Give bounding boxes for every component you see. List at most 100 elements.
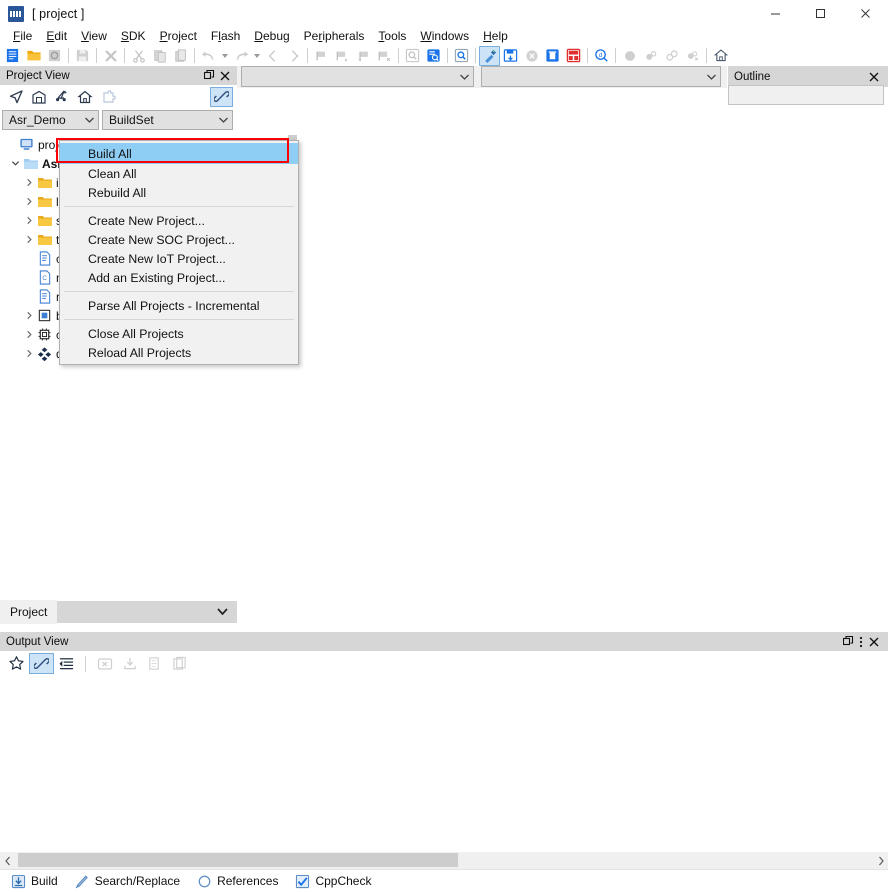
menu-view[interactable]: View <box>74 28 114 44</box>
toolbar-separator <box>194 48 195 63</box>
clean-icon[interactable] <box>542 46 563 66</box>
float-restore-icon[interactable] <box>840 634 856 650</box>
menu-bar: File Edit View SDK Project Flash Debug P… <box>0 27 888 45</box>
outline-body <box>728 85 886 107</box>
menu-item-create-new-soc-project[interactable]: Create New SOC Project... <box>60 230 298 249</box>
project-context-menu: Build All Clean All Rebuild All Create N… <box>59 140 299 365</box>
menu-peripherals[interactable]: Peripherals <box>297 28 372 44</box>
chevron-down-icon <box>703 73 720 81</box>
link-editor-icon[interactable] <box>210 86 233 107</box>
undo-dropdown-icon[interactable] <box>219 46 230 66</box>
menu-item-build-all[interactable]: Build All <box>60 143 298 164</box>
menu-sdk[interactable]: SDK <box>114 28 153 44</box>
home-icon[interactable] <box>710 46 731 66</box>
output-view-title: Output View <box>6 635 69 648</box>
toolbar-separator <box>447 48 448 63</box>
maximize-button[interactable] <box>798 0 843 27</box>
project-bottom-combo[interactable] <box>57 601 237 623</box>
menu-item-create-new-iot-project[interactable]: Create New IoT Project... <box>60 249 298 268</box>
menu-windows[interactable]: Windows <box>413 28 476 44</box>
close-icon[interactable] <box>217 68 233 84</box>
find-in-files-icon[interactable] <box>423 46 444 66</box>
favorite-star-icon[interactable] <box>4 653 29 674</box>
tree-expander-collapsed[interactable] <box>22 178 36 187</box>
tab-references[interactable]: References <box>192 870 290 892</box>
window-title: [ project ] <box>32 6 85 21</box>
undo-icon <box>198 46 219 66</box>
bookmark-prev-icon <box>353 46 374 66</box>
tab-build[interactable]: Build <box>6 870 70 892</box>
project-view-toolbar <box>0 85 237 108</box>
config-combo[interactable] <box>481 66 721 87</box>
new-file-icon[interactable] <box>2 46 23 66</box>
link-icon[interactable] <box>29 653 54 674</box>
menu-item-close-all-projects[interactable]: Close All Projects <box>60 324 298 343</box>
menu-project[interactable]: Project <box>153 28 204 44</box>
repository-icon[interactable] <box>27 87 50 107</box>
build-icon[interactable] <box>479 45 500 66</box>
tab-project[interactable]: Project <box>0 600 58 624</box>
tree-expander-collapsed[interactable] <box>22 235 36 244</box>
menu-flash[interactable]: Flash <box>204 28 247 44</box>
save-output-icon <box>117 653 142 674</box>
project-combo[interactable]: Asr_Demo <box>2 109 99 130</box>
tab-cppcheck[interactable]: CppCheck <box>290 870 383 892</box>
bottom-tab-bar: Build Search/Replace References CppCheck <box>0 869 888 892</box>
tab-label: CppCheck <box>315 874 372 888</box>
outline-field[interactable] <box>728 85 884 105</box>
open-folder-icon[interactable] <box>23 46 44 66</box>
tree-expander-collapsed[interactable] <box>22 216 36 225</box>
locate-icon[interactable] <box>4 87 27 107</box>
menu-tools[interactable]: Tools <box>371 28 413 44</box>
close-icon[interactable] <box>866 634 882 650</box>
puzzle-icon <box>96 87 119 107</box>
wrap-lines-icon[interactable] <box>54 653 79 674</box>
debug-query-icon[interactable]: d <box>591 46 612 66</box>
close-button[interactable] <box>843 0 888 27</box>
buildset-combo[interactable]: BuildSet <box>102 109 233 130</box>
tree-expander-collapsed[interactable] <box>22 197 36 206</box>
chevron-right-icon[interactable] <box>873 852 888 869</box>
menu-item-rebuild-all[interactable]: Rebuild All <box>60 183 298 202</box>
menu-help[interactable]: Help <box>476 28 515 44</box>
menu-item-add-existing-project[interactable]: Add an Existing Project... <box>60 268 298 287</box>
circle-icon <box>194 874 214 889</box>
tree-expander-collapsed[interactable] <box>22 330 36 339</box>
menu-item-clean-all[interactable]: Clean All <box>60 164 298 183</box>
menu-edit[interactable]: Edit <box>39 28 74 44</box>
find-replace-icon[interactable] <box>451 46 472 66</box>
expand-tree-icon[interactable] <box>50 87 73 107</box>
flash-download-icon[interactable] <box>500 46 521 66</box>
tab-label: References <box>217 874 279 888</box>
menu-item-parse-all-projects-incremental[interactable]: Parse All Projects - Incremental <box>60 296 298 315</box>
toolbar-separator <box>68 48 69 63</box>
tree-expander-collapsed[interactable] <box>22 311 36 320</box>
cdk-logo-icon <box>8 5 24 22</box>
svg-text:C: C <box>42 275 47 282</box>
workspace-icon <box>18 137 35 152</box>
redo-dropdown-icon[interactable] <box>251 46 262 66</box>
menu-separator <box>64 206 294 207</box>
tab-search-replace[interactable]: Search/Replace <box>70 870 192 892</box>
menu-item-create-new-project[interactable]: Create New Project... <box>60 211 298 230</box>
chevron-left-icon[interactable] <box>0 852 15 869</box>
tree-expander-expanded[interactable] <box>8 159 22 168</box>
home-icon[interactable] <box>73 87 96 107</box>
editor-area <box>238 88 888 624</box>
target-combo[interactable] <box>241 66 474 87</box>
menu-debug[interactable]: Debug <box>247 28 296 44</box>
menu-file[interactable]: File <box>6 28 39 44</box>
debug-icon[interactable] <box>563 46 584 66</box>
close-icon[interactable] <box>866 69 882 85</box>
horizontal-scroll-track[interactable] <box>15 852 873 869</box>
horizontal-scrollbar[interactable] <box>0 852 888 869</box>
package-icon <box>36 346 53 361</box>
copy-icon <box>149 46 170 66</box>
output-view-content[interactable] <box>0 676 888 846</box>
tree-expander-collapsed[interactable] <box>22 349 36 358</box>
horizontal-scroll-thumb[interactable] <box>18 853 458 867</box>
minimize-button[interactable] <box>753 0 798 27</box>
more-options-icon[interactable] <box>856 634 866 650</box>
menu-item-reload-all-projects[interactable]: Reload All Projects <box>60 343 298 362</box>
float-restore-icon[interactable] <box>201 68 217 84</box>
